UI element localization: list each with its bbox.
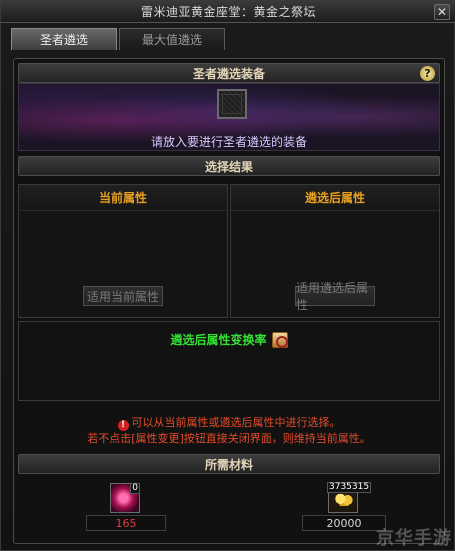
window-title: 雷米迪亚黄金座堂：黄金之祭坛 [140, 5, 316, 19]
watermark: 京华手游 [376, 528, 452, 549]
material-gold: 3735315 20000 [302, 482, 386, 533]
result-section-header: 选择结果 [18, 156, 440, 176]
close-icon: ✕ [436, 5, 448, 19]
equip-section-title: 圣者遴选装备 [192, 66, 265, 81]
gem-icon[interactable]: 0 [110, 483, 140, 513]
equip-drop-area: 请放入要进行圣者遴选的装备 [18, 83, 440, 151]
equip-section-header: 圣者遴选装备 ? [18, 63, 440, 83]
gold-icon[interactable]: 3735315 [327, 482, 372, 513]
warning-icon: ! [117, 420, 129, 431]
help-icon[interactable]: ? [420, 66, 435, 81]
warning-message: ! 可以从当前属性或遴选后属性中进行选择。 若不点击[属性变更]按钮直接关闭界面，… [14, 415, 444, 446]
rate-title: 遴选后属性变换率 [170, 333, 267, 347]
result-section-title: 选择结果 [204, 159, 253, 174]
main-panel: 圣者遴选装备 ? 请放入要进行圣者遴选的装备 选择结果 当前属性 适用当前属性 … [13, 58, 445, 544]
gem-required-value: 165 [86, 515, 166, 531]
material-gem: 0 165 [86, 483, 166, 533]
after-attr-title: 遴选后属性 [231, 185, 439, 211]
equipment-slot[interactable] [217, 89, 247, 119]
gem-count-badge: 0 [130, 483, 140, 494]
title-bar[interactable]: 雷米迪亚黄金座堂：黄金之祭坛 ✕ [1, 1, 455, 23]
rate-book-icon[interactable] [271, 331, 288, 348]
gold-required-value: 20000 [302, 515, 386, 531]
apply-after-button[interactable]: 适用遴选后属性 [295, 281, 375, 312]
tab-saint-selection[interactable]: 圣者遴选 [11, 28, 117, 50]
apply-current-button[interactable]: 适用当前属性 [83, 286, 163, 306]
equip-hint: 请放入要进行圣者遴选的装备 [150, 135, 307, 149]
current-attr-box: 当前属性 适用当前属性 [18, 184, 228, 318]
after-attr-box: 遴选后属性 适用遴选后属性 [230, 184, 440, 318]
close-button[interactable]: ✕ [434, 4, 450, 20]
gold-count-badge: 3735315 [327, 482, 372, 493]
altar-window: 雷米迪亚黄金座堂：黄金之祭坛 ✕ 圣者遴选 最大值遴选 圣者遴选装备 ? 请放入… [0, 0, 455, 551]
tab-bar: 圣者遴选 最大值遴选 [11, 28, 225, 50]
warning-line-2: 若不点击[属性变更]按钮直接关闭界面，则维持当前属性。 [87, 432, 371, 445]
conversion-rate-box: 遴选后属性变换率 [18, 321, 440, 401]
warning-line-1: ! 可以从当前属性或遴选后属性中进行选择。 [14, 415, 444, 431]
materials-section-title: 所需材料 [204, 457, 253, 472]
current-attr-title: 当前属性 [19, 185, 227, 211]
tab-max-selection[interactable]: 最大值遴选 [119, 28, 225, 50]
rate-header: 遴选后属性变换率 [19, 331, 439, 348]
materials-section-header: 所需材料 [18, 454, 440, 474]
